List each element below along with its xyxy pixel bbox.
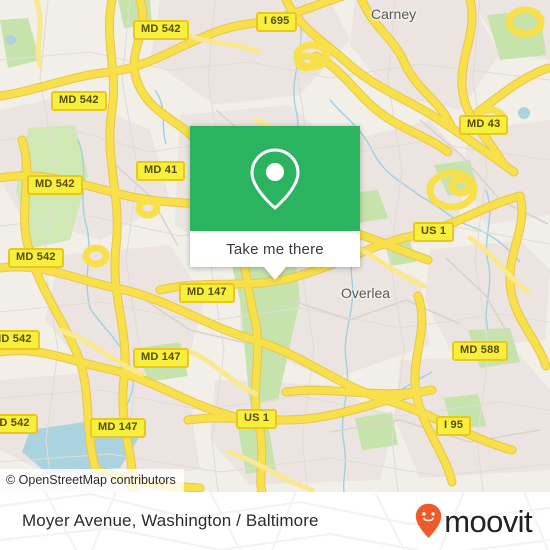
map-screen: .res { fill:#ece4e0; } .park { fill:#cfe… [0, 0, 550, 550]
moovit-logo[interactable]: moovit [415, 492, 533, 550]
location-pin-icon [250, 147, 300, 210]
map-place-label: Overlea [341, 285, 391, 301]
road-shield: MD 542 [27, 175, 83, 195]
map-place-label: Carney [371, 6, 417, 22]
road-shield: MD 41 [136, 161, 186, 181]
road-shield: I 695 [256, 12, 298, 32]
moovit-wordmark: moovit [444, 503, 532, 539]
callout-action[interactable]: Take me there [190, 231, 360, 267]
take-me-there-label: Take me there [226, 240, 324, 258]
road-shield: MD 542 [133, 20, 189, 40]
road-shield: I 95 [436, 416, 472, 436]
road-shield: US 1 [413, 222, 455, 242]
footer-bar: Moyer Avenue, Washington / Baltimore moo… [0, 492, 550, 550]
road-shield: US 1 [236, 409, 278, 429]
callout-header [190, 126, 360, 231]
road-shield: MD 542 [51, 91, 107, 111]
road-shield: MD 43 [459, 115, 509, 135]
location-title: Moyer Avenue, Washington / Baltimore [22, 511, 319, 530]
road-shield: MD 147 [179, 283, 235, 303]
road-shield: MD 542 [8, 248, 64, 268]
road-shield: MD 542 [0, 414, 38, 434]
road-shield: MD 542 [0, 330, 40, 350]
callout-tail [264, 267, 286, 280]
road-shield: MD 588 [452, 341, 508, 361]
moovit-pin-icon [416, 503, 442, 538]
map-attribution: © OpenStreetMap contributors [0, 469, 184, 492]
take-me-there-callout[interactable]: Take me there [190, 126, 360, 280]
road-shield: MD 147 [90, 418, 146, 438]
road-shield: MD 147 [133, 348, 189, 368]
